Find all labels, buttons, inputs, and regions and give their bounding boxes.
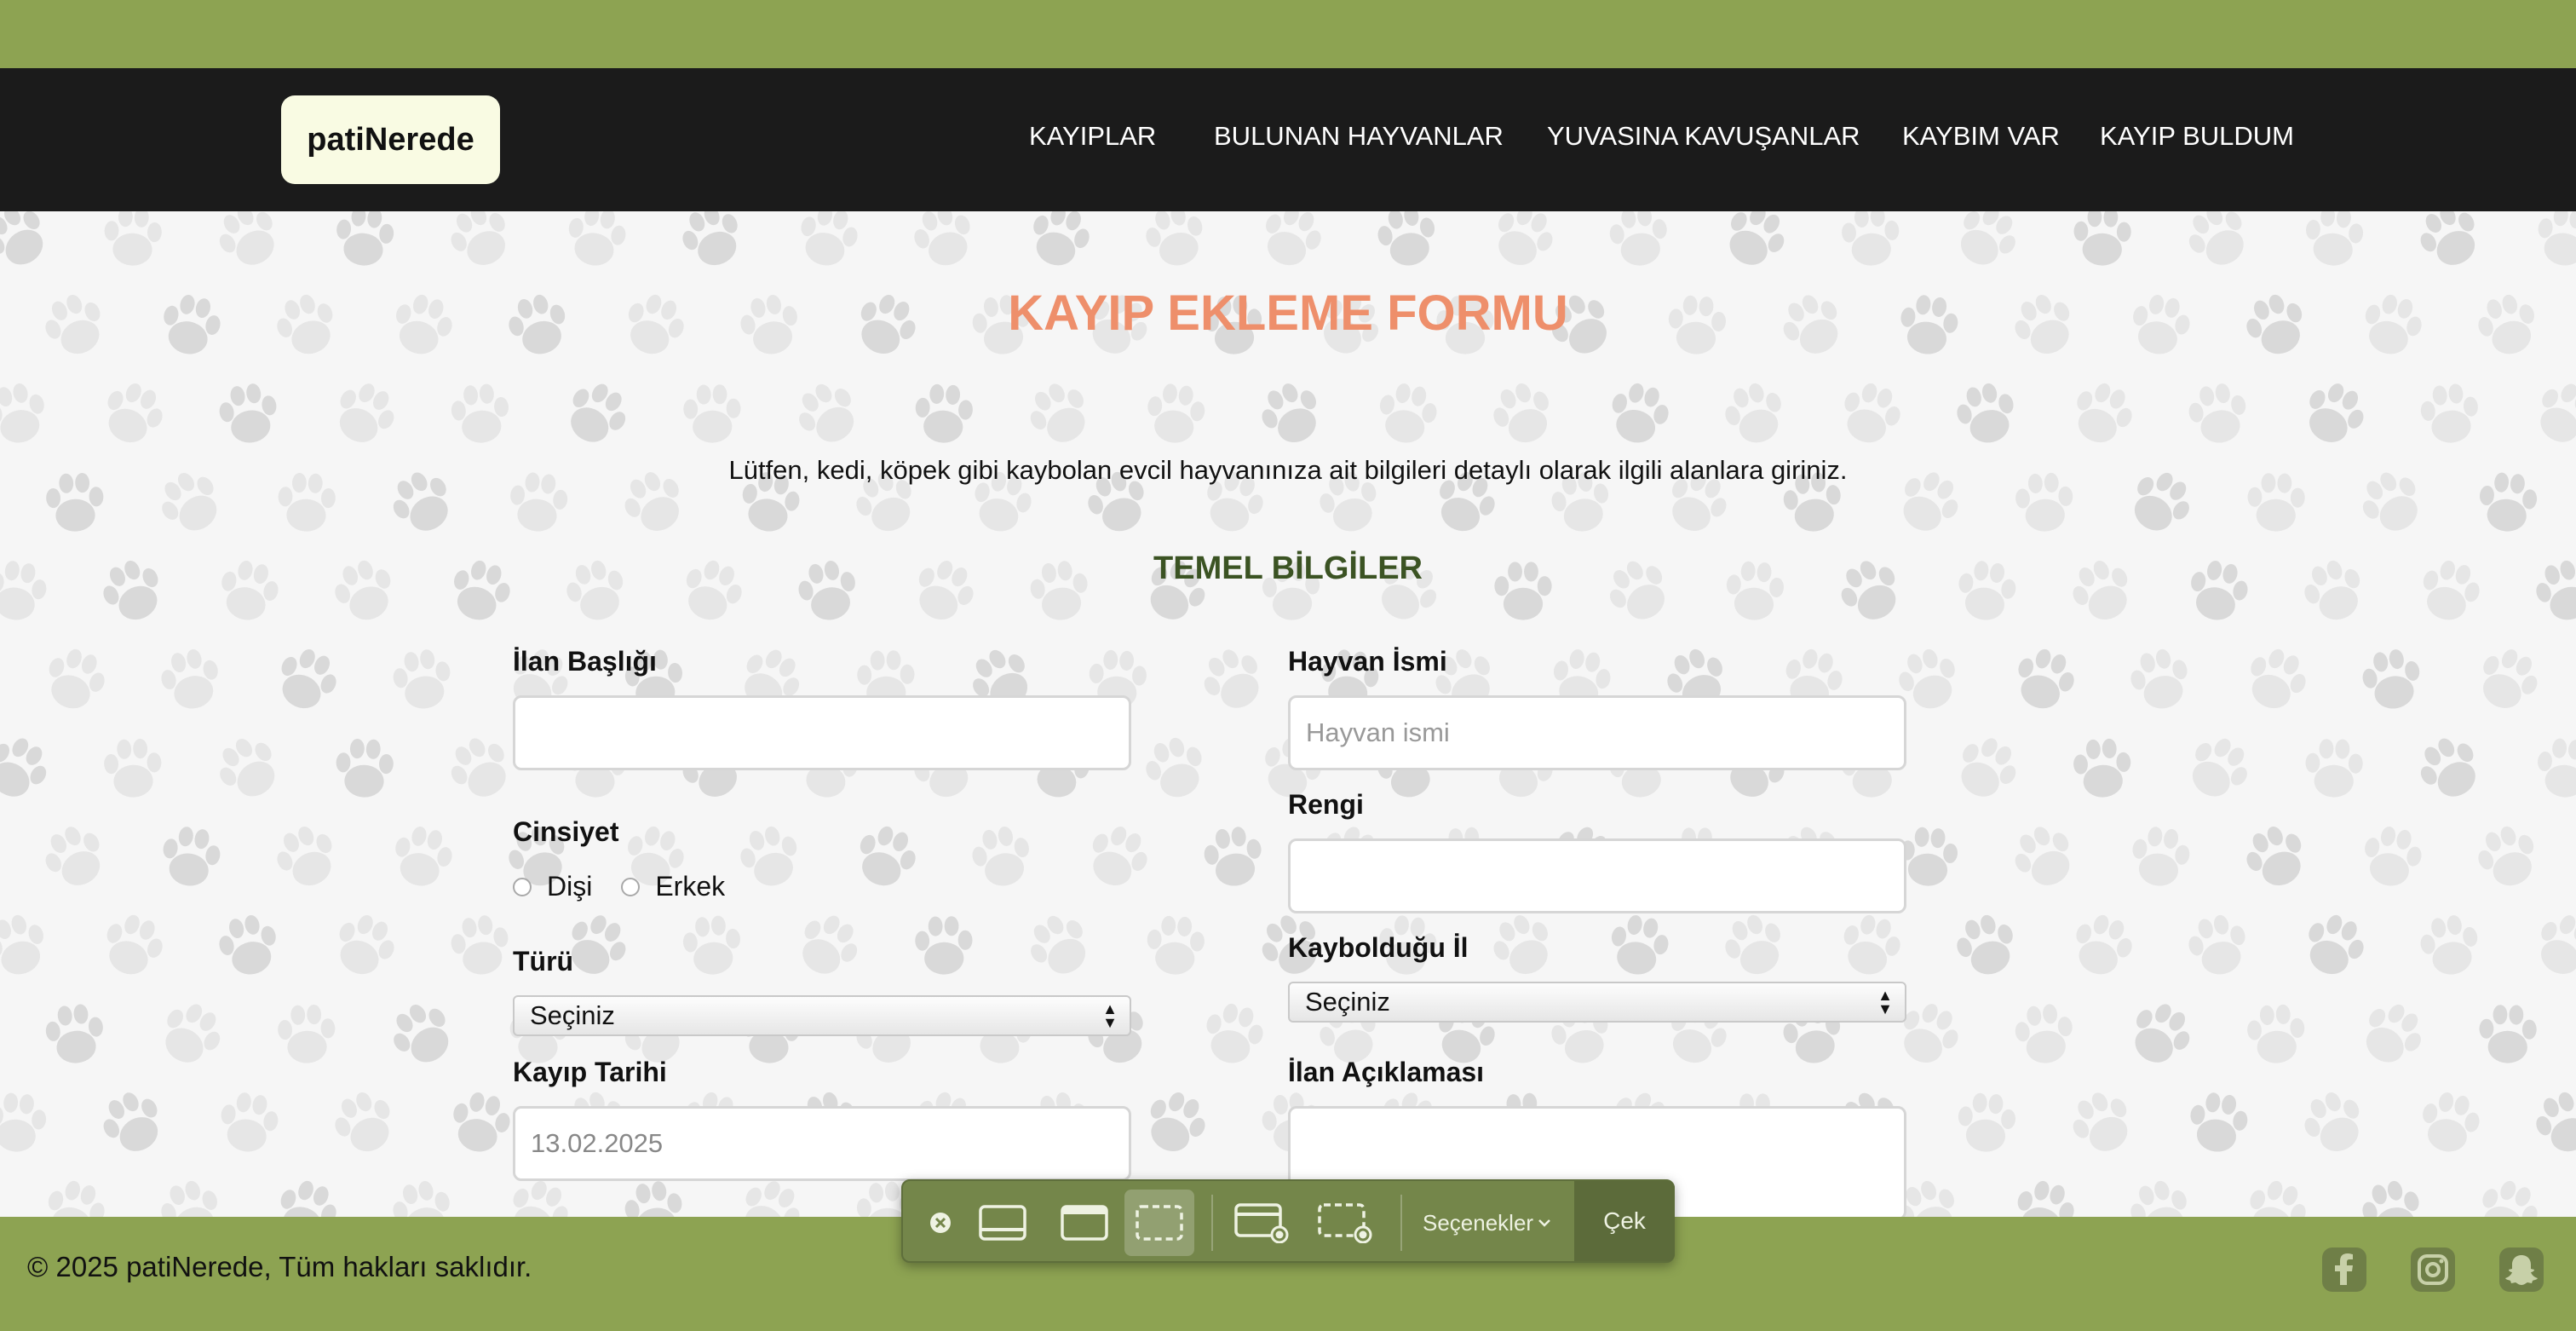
form-intro: Lütfen, kedi, köpek gibi kaybolan evcil … bbox=[728, 455, 1848, 485]
record-screen-icon bbox=[1234, 1203, 1289, 1243]
animal-name-label: Hayvan İsmi bbox=[1288, 646, 1447, 677]
gender-male-label[interactable]: Erkek bbox=[655, 871, 725, 902]
nav-kayip-buldum[interactable]: KAYIP BULDUM bbox=[2100, 121, 2294, 152]
section-title: TEMEL BİLGİLER bbox=[1153, 550, 1423, 586]
toolbar-separator bbox=[1211, 1195, 1213, 1251]
copyright-text: © 2025 patiNerede, Tüm hakları saklıdır. bbox=[27, 1251, 532, 1282]
gender-female-label[interactable]: Dişi bbox=[547, 871, 592, 902]
nav-bulunan-hayvanlar[interactable]: BULUNAN HAYVANLAR bbox=[1214, 121, 1504, 152]
chevron-down-icon bbox=[1538, 1219, 1550, 1227]
top-band bbox=[0, 0, 2576, 68]
record-selection-button[interactable] bbox=[1310, 1190, 1380, 1256]
animal-name-input[interactable] bbox=[1288, 695, 1906, 770]
options-dropdown[interactable]: Seçenekler bbox=[1423, 1190, 1552, 1256]
site-logo[interactable]: patiNerede bbox=[281, 95, 500, 184]
form-title: KAYIP EKLEME FORMU bbox=[1008, 285, 1568, 341]
type-select[interactable]: Seçiniz ▲ ▼ bbox=[513, 995, 1131, 1036]
capture-button[interactable]: Çek bbox=[1574, 1181, 1675, 1261]
color-input[interactable] bbox=[1288, 838, 1906, 913]
type-label: Türü bbox=[513, 946, 574, 977]
listing-title-label: İlan Başlığı bbox=[513, 646, 657, 677]
nav-kayiplar[interactable]: KAYIPLAR bbox=[1029, 121, 1156, 152]
gender-female-radio[interactable] bbox=[513, 877, 532, 896]
nav-kaybim-var[interactable]: KAYBIM VAR bbox=[1902, 121, 2060, 152]
toolbar-separator bbox=[1400, 1195, 1402, 1251]
city-select-value: Seçiniz bbox=[1305, 987, 1390, 1017]
window-icon bbox=[1061, 1205, 1108, 1241]
nav-yuvasina-kavusanlar[interactable]: YUVASINA KAVUŞANLAR bbox=[1547, 121, 1860, 152]
description-label: İlan Açıklaması bbox=[1288, 1057, 1485, 1087]
select-arrows-icon: ▲ ▼ bbox=[1102, 1000, 1118, 1031]
type-select-value: Seçiniz bbox=[530, 1000, 615, 1030]
date-label: Kayıp Tarihi bbox=[513, 1057, 667, 1087]
instagram-icon[interactable] bbox=[2409, 1246, 2457, 1294]
selection-icon bbox=[1136, 1205, 1183, 1241]
color-label: Rengi bbox=[1288, 789, 1364, 820]
toolbar-close-button[interactable] bbox=[922, 1190, 959, 1256]
gender-label: Cinsiyet bbox=[513, 816, 619, 847]
date-input[interactable] bbox=[513, 1106, 1131, 1181]
gender-radio-group: Dişi Erkek bbox=[513, 871, 725, 902]
city-select[interactable]: Seçiniz ▲ ▼ bbox=[1288, 982, 1906, 1023]
facebook-icon[interactable] bbox=[2320, 1246, 2368, 1294]
main-content: KAYIP EKLEME FORMU Lütfen, kedi, köpek g… bbox=[0, 211, 2576, 1217]
city-label: Kaybolduğu İl bbox=[1288, 932, 1469, 963]
record-selection-icon bbox=[1318, 1203, 1372, 1243]
capture-window-button[interactable] bbox=[1051, 1190, 1118, 1256]
capture-selection-button[interactable] bbox=[1124, 1190, 1194, 1256]
options-label: Seçenekler bbox=[1423, 1209, 1534, 1236]
navbar: patiNerede KAYIPLAR BULUNAN HAYVANLAR YU… bbox=[0, 68, 2576, 211]
close-icon bbox=[930, 1213, 951, 1233]
gender-male-radio[interactable] bbox=[621, 877, 641, 896]
capture-entire-screen-button[interactable] bbox=[969, 1190, 1036, 1256]
screenshot-toolbar: Seçenekler Çek bbox=[901, 1179, 1675, 1263]
snapchat-icon[interactable] bbox=[2498, 1246, 2545, 1294]
screen-icon bbox=[979, 1205, 1026, 1241]
record-screen-button[interactable] bbox=[1227, 1190, 1297, 1256]
select-arrows-icon: ▲ ▼ bbox=[1877, 987, 1893, 1017]
listing-title-input[interactable] bbox=[513, 695, 1131, 770]
